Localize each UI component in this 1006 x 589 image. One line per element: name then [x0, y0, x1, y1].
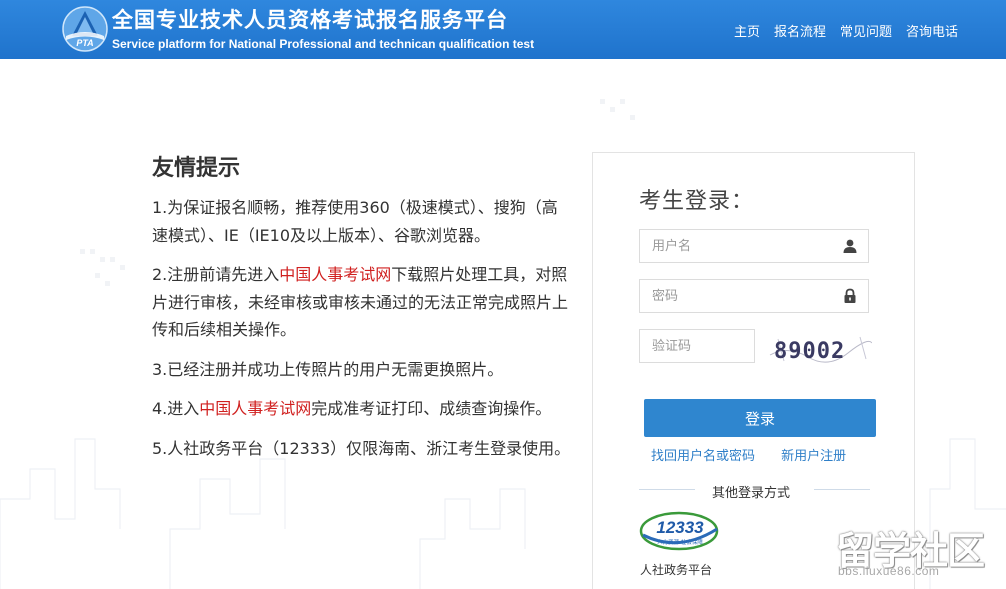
badge-number: 12333 [656, 518, 704, 537]
platform-12333-logo[interactable]: 12333 人力资源 社会保障 [639, 509, 721, 551]
login-heading: 考生登录： [639, 189, 755, 214]
other-login-label: 其他登录方式 [712, 486, 791, 501]
tips-heading: 友情提示 [152, 156, 241, 181]
nav-faq[interactable]: 常见问题 [840, 21, 892, 40]
header-bar: PTA 全国专业技术人员资格考试报名服务平台 Service platform … [0, 0, 1006, 59]
watermark-url: bbs.liuxue86.com [838, 564, 940, 578]
nav-home[interactable]: 主页 [734, 21, 760, 40]
pta-logo-icon: PTA [62, 6, 108, 52]
password-field [639, 279, 869, 313]
password-input[interactable] [640, 280, 854, 312]
tip-item-5: 5.人社政务平台（12333）仅限海南、浙江考生登录使用。 [152, 438, 571, 458]
captcha-input[interactable] [640, 330, 754, 362]
tip-item-4-prefix: 4.进入 [152, 399, 200, 418]
username-input[interactable] [640, 230, 854, 262]
platform-label: 人社政务平台 [640, 563, 713, 577]
tip-item-2-prefix: 2.注册前请先进入 [152, 265, 280, 284]
recover-account-link[interactable]: 找回用户名或密码 [651, 449, 755, 464]
tip-item-4-suffix: 完成准考证打印、成绩查询操作。 [311, 399, 552, 418]
divider-right [814, 489, 870, 490]
friendly-tips-panel: 友情提示 1.为保证报名顺畅，推荐使用360（极速模式）、搜狗（高速模式）、IE… [152, 150, 572, 474]
register-link[interactable]: 新用户注册 [781, 449, 846, 464]
badge-subtext: 人力资源 社会保障 [657, 538, 703, 546]
captcha-field [639, 329, 755, 363]
user-icon [843, 239, 857, 253]
cpta-link-2[interactable]: 中国人事考试网 [199, 399, 311, 418]
watermark: 留学社区 bbs.liuxue86.com [836, 520, 996, 582]
site-subtitle: Service platform for National Profession… [112, 37, 535, 51]
nav-contact-phone[interactable]: 咨询电话 [906, 21, 958, 40]
lock-icon [844, 288, 856, 303]
cpta-link[interactable]: 中国人事考试网 [279, 265, 391, 284]
divider-left [639, 489, 695, 490]
login-button[interactable]: 登录 [644, 399, 876, 437]
top-nav: 主页 报名流程 常见问题 咨询电话 [734, 21, 958, 40]
site-title: 全国专业技术人员资格考试报名服务平台 [112, 8, 508, 32]
tip-item-1: 1.为保证报名顺畅，推荐使用360（极速模式）、搜狗（高速模式）、IE（IE10… [152, 198, 558, 245]
account-links: 找回用户名或密码 新用户注册 [651, 445, 846, 464]
tip-item-4: 4.进入中国人事考试网完成准考证打印、成绩查询操作。 [152, 395, 572, 423]
captcha-image[interactable]: 89002 [768, 331, 872, 367]
logo-text: PTA [76, 38, 93, 48]
nav-registration-process[interactable]: 报名流程 [774, 21, 826, 40]
tip-item-2: 2.注册前请先进入中国人事考试网下载照片处理工具，对照片进行审核，未经审核或审核… [152, 261, 572, 344]
captcha-code: 89002 [774, 339, 845, 364]
tip-item-3: 3.已经注册并成功上传照片的用户无需更换照片。 [152, 359, 504, 379]
username-field [639, 229, 869, 263]
